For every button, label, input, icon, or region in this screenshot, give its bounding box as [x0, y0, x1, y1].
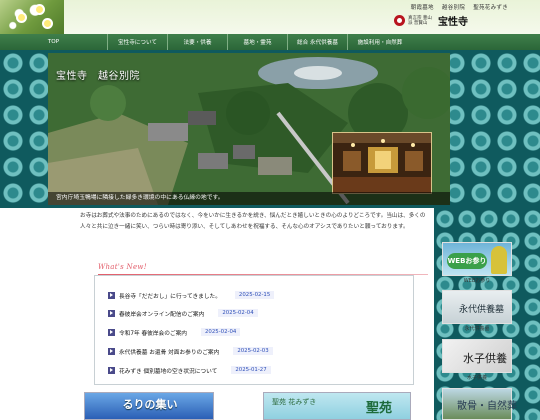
- banner-web-omairi[interactable]: WEBお参り WEBお参り: [442, 242, 512, 284]
- nav-item-memorial[interactable]: 法要・供養: [168, 34, 228, 50]
- eternal-grave-image: 永代供養墓: [442, 290, 512, 324]
- arrow-right-icon: [108, 347, 115, 355]
- hero-caption: 宮内庁埼玉鴨場に隣接した緑多き環境の中にある仏縁の地です。: [48, 192, 450, 205]
- news-item-title: 春彼岸会オンライン配信のご案内: [119, 311, 205, 318]
- ruri-gathering-title: るりの集い: [122, 398, 178, 411]
- nav-item-facilities[interactable]: 施設利用・自然葬: [348, 34, 412, 50]
- page: 朝霞墓地 越谷別院 聖苑花みずき 真言宗 豊山派 普賢山 宝性寺 TOP 宝性寺…: [0, 0, 540, 420]
- site-logo[interactable]: 真言宗 豊山派 普賢山 宝性寺: [394, 13, 468, 28]
- banner-scattering[interactable]: 散骨・自然葬: [442, 388, 517, 420]
- header-link-koshigaya[interactable]: 越谷別院: [442, 5, 465, 11]
- news-item-title: 令和7年 春彼岸会のご案内: [119, 330, 187, 337]
- hero-title: 宝性寺 越谷別院: [56, 71, 140, 82]
- banner-eternal-grave[interactable]: 永代供養墓 永代供養墓: [442, 290, 512, 332]
- web-omairi-image: WEBお参り: [442, 242, 512, 276]
- news-item[interactable]: 花みずき 個別墓地の空き状況について 2025-01-27: [108, 364, 271, 376]
- header-link-hanamizuki[interactable]: 聖苑花みずき: [473, 5, 508, 11]
- site-header: 朝霞墓地 越谷別院 聖苑花みずき 真言宗 豊山派 普賢山 宝性寺: [0, 0, 540, 34]
- news-item[interactable]: 長谷寺「だだおし」に行ってきました。 2025-02-15: [108, 289, 275, 301]
- temple-interior-image: [333, 133, 431, 193]
- banner-caption: 永代供養墓: [464, 326, 490, 332]
- news-item-date: 2025-02-04: [201, 328, 241, 336]
- sidebar: WEBお参り WEBお参り 永代供養墓 永代供養墓 水子供養 水子供養 散骨・自…: [434, 208, 540, 420]
- whats-new-label: What's New!: [98, 263, 147, 271]
- hanamizuki-subtitle: 聖苑 花みずき: [272, 398, 317, 406]
- news-panel: 長谷寺「だだおし」に行ってきました。 2025-02-15 春彼岸会オンライン配…: [94, 275, 414, 385]
- news-item[interactable]: 令和7年 春彼岸会のご案内 2025-02-04: [108, 326, 241, 338]
- arrow-right-icon: [108, 309, 115, 317]
- hero-image: 宝性寺 越谷別院 宮内庁埼玉鴨場に隣接した緑多き環境の中にある仏縁の地です。: [48, 53, 450, 205]
- flower-icon: [36, 6, 43, 13]
- nav-item-eternal[interactable]: 総合 永代供養墓: [288, 34, 348, 50]
- banner-mizuko[interactable]: 水子供養 水子供養: [442, 339, 512, 381]
- nav-item-cemetery[interactable]: 墓地・霊苑: [228, 34, 288, 50]
- header-flower-photo: [0, 0, 64, 34]
- news-item[interactable]: 永代供養墓 お還骨 対面お参りのご案内 2025-02-03: [108, 345, 273, 357]
- scattering-title: 散骨・自然葬: [457, 401, 517, 412]
- arrow-right-icon: [108, 291, 115, 299]
- flower-icon: [44, 20, 51, 27]
- flower-icon: [18, 14, 25, 21]
- main-nav: TOP 宝性寺について 法要・供養 墓地・霊苑 総合 永代供養墓 施設利用・自然…: [0, 34, 540, 50]
- mizuko-title: 水子供養: [463, 352, 507, 365]
- header-links: 朝霞墓地 越谷別院 聖苑花みずき: [405, 3, 508, 11]
- news-item-date: 2025-01-27: [231, 366, 271, 374]
- banner-caption: WEBお参り: [463, 278, 491, 284]
- hanamizuki-title: 聖苑: [365, 401, 392, 416]
- mizuko-image: 水子供養: [442, 339, 512, 373]
- logo-title: 宝性寺: [438, 17, 468, 28]
- eternal-grave-title: 永代供養墓: [459, 305, 505, 315]
- news-item[interactable]: 春彼岸会オンライン配信のご案内 2025-02-04: [108, 307, 258, 319]
- scattering-image: 散骨・自然葬: [442, 388, 517, 420]
- buddha-statue-icon: [491, 246, 507, 274]
- header-link-asaka[interactable]: 朝霞墓地: [411, 5, 434, 11]
- nav-filler: [412, 34, 540, 50]
- news-item-date: 2025-02-03: [233, 347, 273, 355]
- arrow-right-icon: [108, 328, 115, 336]
- arrow-right-icon: [108, 366, 115, 374]
- news-item-date: 2025-02-15: [234, 291, 275, 299]
- nav-item-about[interactable]: 宝性寺について: [108, 34, 168, 50]
- news-item-title: 永代供養墓 お還骨 対面お参りのご案内: [119, 349, 220, 356]
- banner-ruri-gathering[interactable]: るりの集い: [84, 392, 214, 420]
- news-item-title: 花みずき 個別墓地の空き状況について: [119, 368, 218, 375]
- intro-text: お寺はお葬式や法事のためにあるのではなく、今をいかに生きるかを説き、悩んだとき嬉…: [80, 213, 426, 230]
- news-item-date: 2025-02-04: [218, 309, 258, 317]
- temple-crest-icon: [394, 15, 405, 26]
- banner-caption: 水子供養: [466, 375, 487, 381]
- hero-interior-photo: [332, 132, 432, 194]
- logo-subtitle: 真言宗 豊山派 普賢山: [408, 15, 432, 26]
- nav-item-top[interactable]: TOP: [0, 34, 108, 50]
- banner-hanamizuki[interactable]: 聖苑 花みずき 聖苑: [263, 392, 411, 420]
- news-item-title: 長谷寺「だだおし」に行ってきました。: [119, 293, 221, 300]
- web-omairi-badge: WEBお参り: [447, 253, 487, 269]
